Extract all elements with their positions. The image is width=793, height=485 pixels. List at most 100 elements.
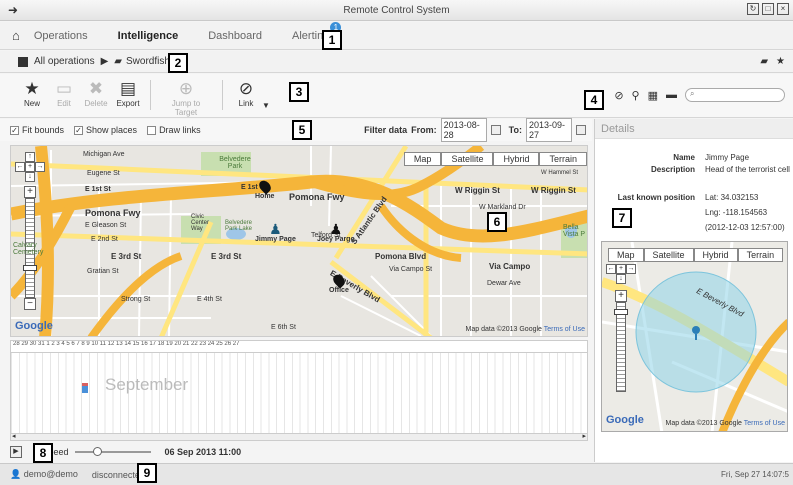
zoom-slider[interactable]: [614, 302, 628, 392]
jump-label: Jump to Target: [171, 99, 201, 117]
refresh-icon[interactable]: ↻: [747, 3, 759, 15]
callout-4: 4: [584, 90, 604, 110]
maximize-icon[interactable]: □: [762, 3, 774, 15]
link-dropdown-icon[interactable]: ▼: [262, 101, 270, 110]
toolbar-divider: [150, 80, 151, 110]
scroll-left-icon[interactable]: ◂: [12, 432, 16, 440]
target-marker-jimmy[interactable]: ♟ Jimmy Page: [255, 222, 296, 243]
street-label: Dewar Ave: [487, 280, 521, 287]
calendar-icon[interactable]: [490, 125, 501, 135]
to-label: To:: [508, 125, 522, 135]
menu-intelligence[interactable]: Intelligence: [118, 30, 179, 42]
pin-icon[interactable]: ⚲: [632, 89, 640, 102]
new-button[interactable]: ★ New: [14, 79, 50, 108]
home-icon[interactable]: ⌂: [12, 28, 20, 43]
timeline-event-marker[interactable]: [82, 383, 88, 393]
timeline[interactable]: 28 29 30 31 1 2 3 4 5 6 7 8 9 10 11 12 1…: [10, 340, 588, 435]
draw-links-checkbox[interactable]: Draw links: [147, 125, 201, 135]
map-type-hybrid-button[interactable]: Hybrid: [493, 152, 540, 166]
mini-map-type-satellite-button[interactable]: Satellite: [643, 248, 694, 262]
mini-map-type-map-button[interactable]: Map: [608, 248, 644, 262]
person-icon: ♟: [329, 221, 343, 237]
zoom-out-icon[interactable]: −: [24, 298, 36, 310]
mini-google-attribution: Google: [719, 420, 742, 427]
folder-icon[interactable]: ▰: [760, 56, 768, 67]
show-places-checkbox[interactable]: ✓ Show places: [74, 125, 137, 135]
menu-dashboard[interactable]: Dashboard: [208, 30, 262, 42]
grid-icon[interactable]: ▦: [648, 89, 658, 102]
menu-operations[interactable]: Operations: [34, 30, 88, 42]
title-bar: ➜ Remote Control System ↻ □ ×: [0, 0, 793, 21]
callout-6: 6: [487, 212, 507, 232]
link-button[interactable]: ⊘ Link: [228, 79, 264, 108]
timeline-month: September: [105, 375, 189, 394]
pan-left-icon[interactable]: ←: [15, 162, 25, 172]
link-view-icon[interactable]: ⊘: [614, 89, 623, 102]
export-button[interactable]: ▤ Export: [110, 79, 146, 108]
target-marker-joey[interactable]: ♟ Joey Pargo: [317, 222, 355, 243]
jump-to-target-button[interactable]: ⊕ Jump to Target: [160, 79, 212, 117]
zoom-in-icon[interactable]: +: [615, 290, 627, 302]
map-zoom-control[interactable]: ↑ ← + → ↓ + −: [15, 152, 45, 310]
pan-center-icon[interactable]: +: [25, 162, 35, 172]
highway-label: Pomona Fwy: [85, 208, 141, 218]
pan-left-icon[interactable]: ←: [606, 264, 616, 274]
detail-lat: Lat: 34.032153: [705, 193, 759, 202]
fit-bounds-checkbox[interactable]: ✓ Fit bounds: [10, 125, 64, 135]
mini-terms-link[interactable]: Terms of Use: [744, 420, 785, 427]
export-label: Export: [116, 99, 140, 108]
pan-right-icon[interactable]: →: [35, 162, 45, 172]
street-label: E 4th St: [197, 296, 222, 303]
delete-button[interactable]: ✖ Delete: [78, 79, 114, 108]
mini-zoom-control[interactable]: ← + → ↓ +: [606, 264, 636, 392]
place-marker-home[interactable]: Home: [255, 178, 274, 200]
search-input[interactable]: ⌕: [685, 88, 785, 102]
street-label: Eugene St: [87, 170, 120, 177]
timeline-scrollbar[interactable]: ◂ ▸: [10, 433, 588, 441]
export-icon: ▤: [119, 79, 137, 98]
scroll-right-icon[interactable]: ▸: [582, 432, 586, 440]
speed-slider[interactable]: [74, 447, 151, 456]
map-type-satellite-button[interactable]: Satellite: [441, 152, 494, 166]
close-icon[interactable]: ×: [777, 3, 789, 15]
play-button[interactable]: ▶: [10, 446, 22, 458]
mini-map-type-terrain-button[interactable]: Terrain: [737, 248, 784, 262]
map-type-map-button[interactable]: Map: [403, 152, 442, 166]
folder-icon: ▰: [114, 56, 122, 67]
street-label: W Riggin St: [531, 186, 576, 195]
terms-link[interactable]: Terms of Use: [544, 326, 585, 333]
pan-up-icon[interactable]: ↑: [25, 152, 35, 162]
calendar-icon[interactable]: [576, 125, 586, 135]
callout-2: 2: [168, 53, 188, 73]
street-label: W Riggin St: [455, 186, 500, 195]
map-type-terrain-button[interactable]: Terrain: [539, 152, 587, 166]
pan-right-icon[interactable]: →: [626, 264, 636, 274]
window-controls: ↻ □ ×: [747, 3, 789, 15]
zoom-handle-icon[interactable]: [23, 265, 37, 271]
pan-center-icon[interactable]: +: [616, 264, 626, 274]
to-date-input[interactable]: 2013-09-27: [526, 118, 572, 142]
zoom-in-icon[interactable]: +: [24, 186, 36, 198]
speed-slider-handle[interactable]: [93, 447, 103, 456]
checkbox-empty-icon: [147, 125, 157, 135]
breadcrumb-current[interactable]: Swordfish: [126, 56, 170, 67]
zoom-handle-icon[interactable]: [614, 309, 628, 315]
user-status: 👤 demo@demo: [10, 469, 78, 480]
street-label: W Hammel St: [541, 170, 579, 176]
delete-icon: ✖: [88, 79, 104, 98]
place-marker-office[interactable]: Office: [329, 272, 349, 294]
edit-button[interactable]: ▭ Edit: [46, 79, 82, 108]
breadcrumb-root[interactable]: All operations: [34, 56, 95, 67]
main-map[interactable]: Map Satellite Hybrid Terrain ↑ ← + → ↓ +…: [10, 145, 588, 337]
toolbar: ★ New ▭ Edit ✖ Delete ▤ Export ⊕ Jump to…: [0, 74, 793, 118]
delete-label: Delete: [84, 99, 108, 108]
operations-icon: [18, 56, 28, 67]
pan-down-icon[interactable]: ↓: [616, 274, 626, 284]
card-icon[interactable]: ▬: [666, 89, 677, 101]
mini-map-type-hybrid-button[interactable]: Hybrid: [693, 248, 738, 262]
pan-down-icon[interactable]: ↓: [25, 172, 35, 182]
detail-mini-map[interactable]: Map Satellite Hybrid Terrain ← + → ↓ + E…: [601, 241, 788, 432]
star-icon[interactable]: ★: [776, 56, 785, 67]
fit-bounds-label: Fit bounds: [22, 125, 65, 135]
from-date-input[interactable]: 2013-08-28: [440, 118, 487, 142]
